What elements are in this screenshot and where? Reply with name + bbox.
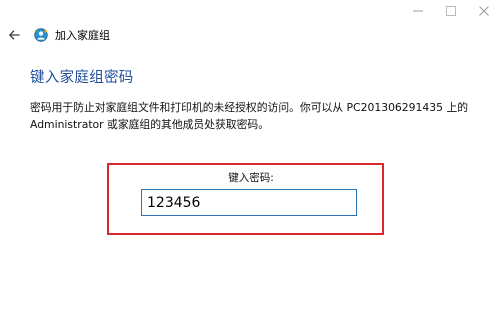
close-button[interactable] — [467, 0, 500, 22]
password-label: 键入密码: — [228, 172, 274, 184]
window-controls — [401, 0, 500, 22]
minimize-button[interactable] — [401, 0, 434, 22]
homegroup-icon — [34, 28, 48, 42]
back-button[interactable] — [3, 24, 25, 46]
page-title: 键入家庭组密码 — [30, 70, 134, 86]
maximize-button[interactable] — [434, 0, 467, 22]
description-text: 密码用于防止对家庭组文件和打印机的未经授权的访问。你可以从 PC20130629… — [30, 101, 469, 131]
window-title: 加入家庭组 — [55, 29, 110, 42]
back-arrow-icon — [8, 30, 19, 40]
title-bar: 加入家庭组 — [0, 24, 500, 46]
minimize-icon — [412, 10, 423, 12]
password-input[interactable] — [141, 189, 357, 216]
close-icon — [478, 6, 489, 16]
maximize-icon — [445, 6, 456, 16]
